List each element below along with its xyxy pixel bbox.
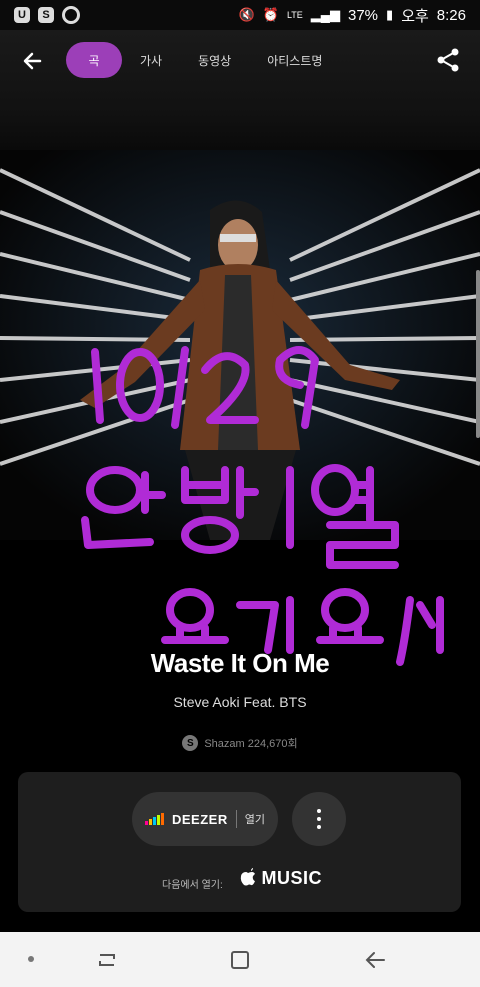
share-icon[interactable]: [434, 46, 462, 74]
apple-music-label: MUSIC: [261, 868, 323, 888]
signal-icon: ▂▄▆: [310, 7, 340, 22]
ring-notification-icon: [62, 6, 80, 24]
app-bar: 곡 가사 동영상 아티스트명: [0, 30, 480, 150]
artist-name[interactable]: Steve Aoki Feat. BTS: [0, 694, 480, 710]
clock: 8:26: [436, 6, 466, 24]
back-nav-icon[interactable]: [362, 947, 388, 973]
open-in-label: 다음에서 열기:: [162, 880, 223, 891]
app-notification-icon: U: [14, 7, 30, 23]
alarm-icon: ⏰: [262, 7, 279, 22]
open-in-panel: DEEZER 열기 다음에서 열기: MUSIC: [18, 772, 461, 912]
mute-icon: 🔇: [238, 7, 255, 22]
notification-icons: U S: [14, 6, 80, 24]
tab-artist[interactable]: 아티스트명: [249, 42, 340, 78]
deezer-label: DEEZER: [172, 811, 228, 827]
deezer-open-button[interactable]: DEEZER 열기: [132, 792, 278, 846]
tab-bar: 곡 가사 동영상 아티스트명: [66, 42, 340, 78]
more-dot-icon: [317, 809, 321, 813]
ampm-label: 오후: [401, 7, 429, 25]
shazam-notification-icon: S: [38, 7, 54, 23]
scrollbar[interactable]: [476, 270, 480, 438]
recent-apps-icon[interactable]: [94, 947, 120, 973]
more-options-button[interactable]: [292, 792, 346, 846]
deezer-logo-icon: [145, 813, 164, 825]
apple-music-button[interactable]: MUSIC: [240, 868, 322, 889]
more-dot-icon: [317, 825, 321, 829]
shazam-count: Shazam 224,670회: [204, 738, 298, 750]
back-arrow-icon[interactable]: [18, 46, 48, 76]
tab-video[interactable]: 동영상: [180, 42, 249, 78]
nav-indicator-dot: [28, 956, 34, 962]
deezer-open-label: 열기: [244, 814, 265, 826]
song-title: Waste It On Me: [150, 648, 330, 678]
home-icon[interactable]: [227, 947, 253, 973]
system-nav-bar: [0, 932, 480, 987]
battery-icon: ▮: [386, 7, 394, 22]
tab-song[interactable]: 곡: [66, 42, 122, 78]
status-bar: U S 🔇 ⏰ LTE ▂▄▆ 37% ▮ 오후 8:26: [0, 0, 480, 30]
apple-logo-icon: [240, 868, 262, 888]
tab-lyrics[interactable]: 가사: [122, 42, 180, 78]
network-label: LTE: [286, 10, 303, 20]
system-status: 🔇 ⏰ LTE ▂▄▆ 37% ▮ 오후 8:26: [239, 5, 466, 26]
album-artwork: [0, 150, 480, 540]
more-dot-icon: [317, 817, 321, 821]
shazam-count-row: S Shazam 224,670회: [0, 735, 480, 751]
battery-percent: 37%: [348, 6, 379, 24]
shazam-logo-icon: S: [182, 735, 199, 751]
divider: [235, 810, 237, 828]
